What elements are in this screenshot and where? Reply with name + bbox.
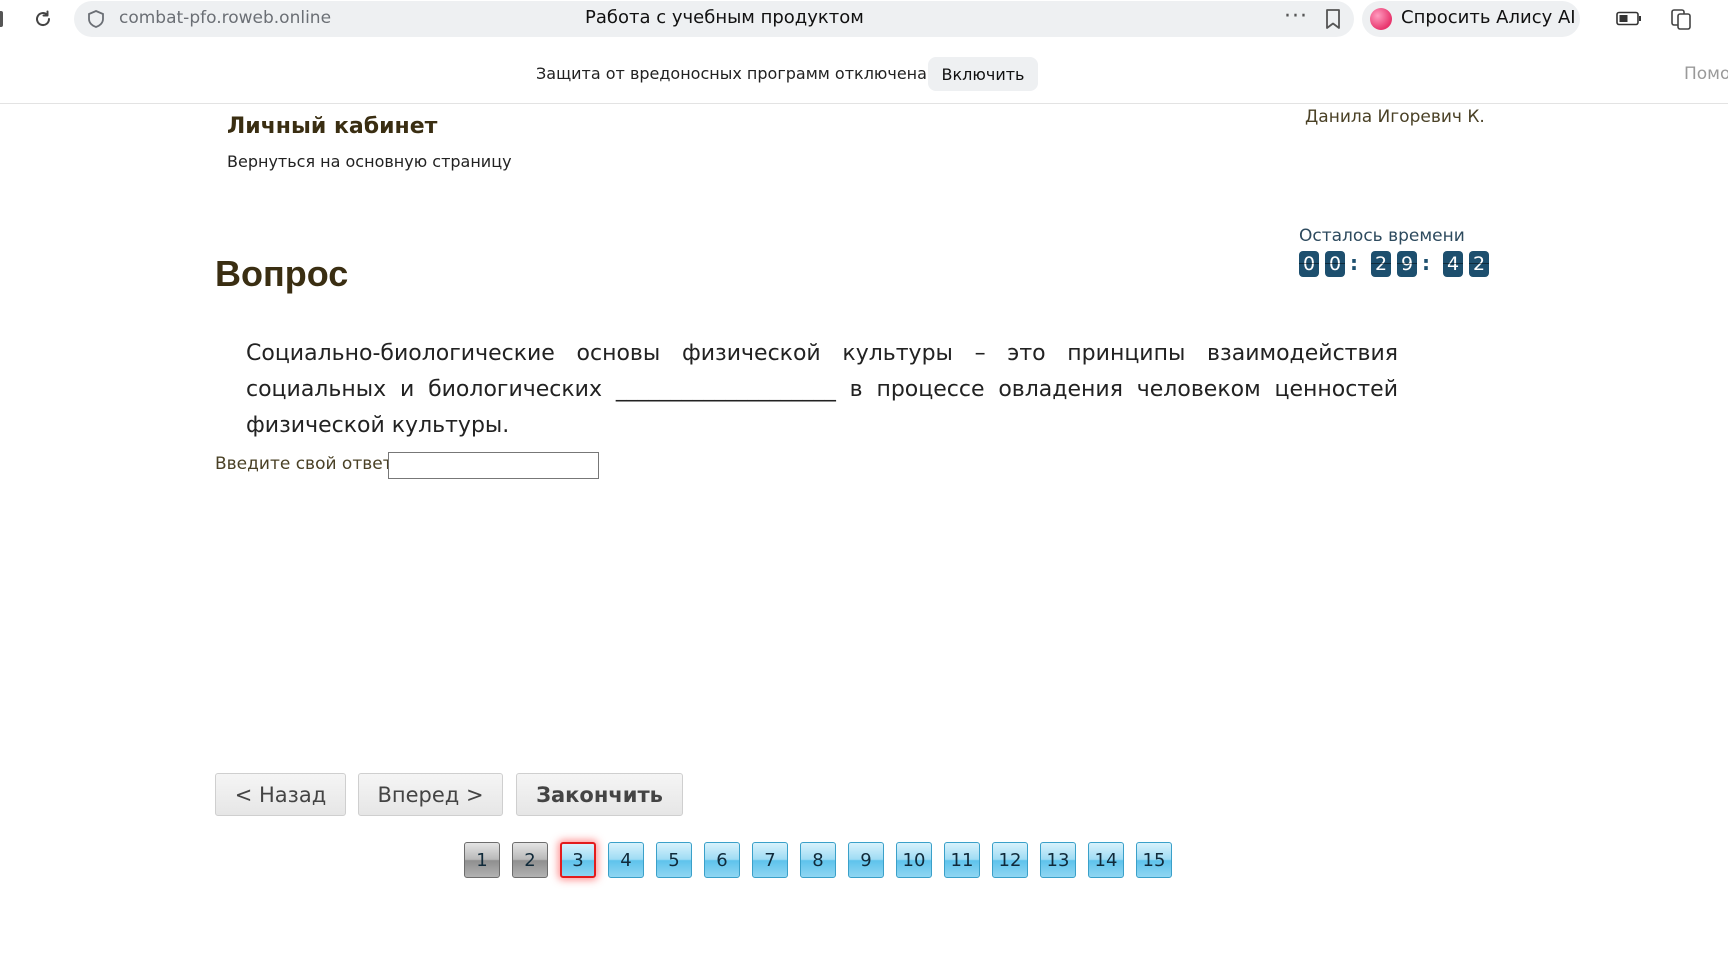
page-title: Личный кабинет [227,114,438,139]
bookmark-icon[interactable] [1322,7,1344,31]
timer-digit: 2 [1371,251,1391,277]
page-button[interactable]: 7 [752,842,788,878]
timer-digit: 9 [1397,251,1417,277]
question-text: Социально-биологические основы физическо… [246,341,1398,438]
page-button[interactable]: 6 [704,842,740,878]
answer-input[interactable] [388,452,599,479]
question-heading: Вопрос [215,253,349,294]
page-button[interactable]: 15 [1136,842,1172,878]
page-button[interactable]: 8 [800,842,836,878]
page-button[interactable]: 13 [1040,842,1076,878]
battery-icon [1616,11,1642,26]
timer-digit: 0 [1299,251,1319,277]
timer-digit: 4 [1443,251,1463,277]
page-button[interactable]: 5 [656,842,692,878]
page-button[interactable]: 2 [512,842,548,878]
browser-toolbar: combat-pfo.roweb.online Работа с учебным… [0,0,1728,38]
page-button[interactable]: 9 [848,842,884,878]
ask-alice-label[interactable]: Спросить Алису AI [1401,7,1576,28]
tab-title: Работа с учебным продуктом [585,7,864,28]
protection-notice-text: Защита от вредоносных программ отключена [536,64,927,83]
answer-label: Введите свой ответ [215,454,393,474]
page-button[interactable]: 3 [560,842,596,878]
user-name: Данила Игоревич К. [1305,107,1485,127]
page-button[interactable]: 10 [896,842,932,878]
timer-separator: : [1422,251,1430,275]
page-button[interactable]: 1 [464,842,500,878]
back-to-main-link[interactable]: Вернуться на основную страницу [227,152,512,171]
page-button[interactable]: 11 [944,842,980,878]
alice-icon [1370,8,1392,30]
back-button[interactable]: < Назад [215,773,346,816]
next-button[interactable]: Вперед > [358,773,503,816]
enable-protection-button[interactable]: Включить [928,57,1038,91]
timer-label: Осталось времени [1299,226,1465,246]
timer-separator: : [1350,251,1358,275]
help-link[interactable]: Помощь [1684,64,1728,84]
more-menu-icon[interactable]: ··· [1284,4,1308,29]
sidebar-edge-icon [0,11,3,27]
timer-digit: 0 [1325,251,1345,277]
finish-button[interactable]: Закончить [516,773,683,816]
page-button[interactable]: 4 [608,842,644,878]
timer-digit: 2 [1469,251,1489,277]
page-button[interactable]: 12 [992,842,1028,878]
url-text[interactable]: combat-pfo.roweb.online [119,8,331,28]
reload-icon[interactable] [30,6,56,32]
shield-icon[interactable] [86,9,106,29]
cards-icon[interactable] [1668,6,1694,32]
page-button[interactable]: 14 [1088,842,1124,878]
